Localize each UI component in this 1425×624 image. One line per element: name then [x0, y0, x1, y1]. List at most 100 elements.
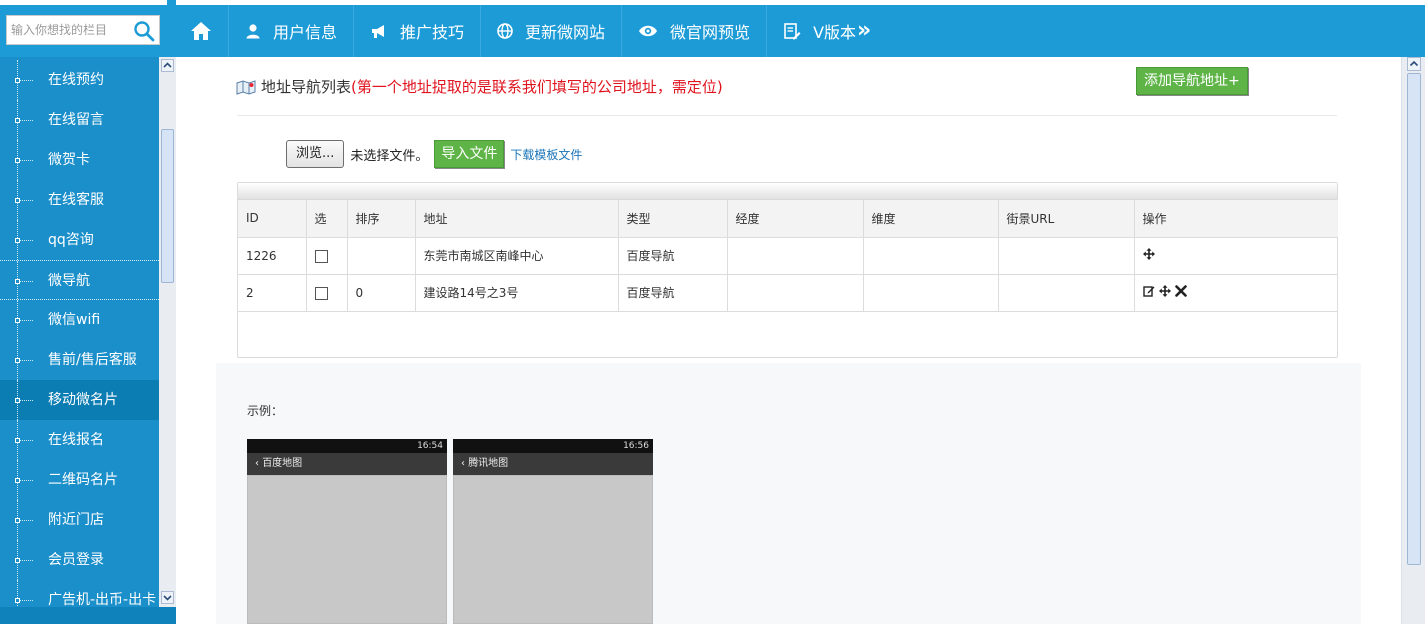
sidebar-item[interactable]: 微导航: [0, 260, 159, 301]
status-time: 16:54: [417, 441, 443, 451]
tree-node-icon: [15, 598, 20, 603]
sidebar-menu: 在线预约在线留言微贺卡在线客服 qq咨询微导航微信wifi 售前/售后客服移动微名片…: [0, 60, 159, 607]
sidebar-item-label: qq咨询: [48, 232, 94, 248]
column-header: 选: [306, 200, 348, 238]
nav-version[interactable]: V版本 »: [767, 5, 887, 57]
sidebar-item[interactable]: 微信wifi: [0, 300, 159, 340]
sidebar-item-label: 在线留言: [48, 112, 104, 128]
column-header: 操作: [1134, 200, 1338, 238]
megaphone-icon: [370, 23, 388, 39]
globe-icon: [497, 23, 513, 39]
page-title: 地址导航列表 (第一个地址捉取的是联系我们填写的公司地址，需定位): [236, 76, 723, 97]
location-warning: (第一个地址捉取的是联系我们填写的公司地址，需定位): [351, 78, 723, 96]
sidebar-item[interactable]: 在线报名: [0, 420, 159, 460]
page-scroll-thumb[interactable]: [1407, 73, 1421, 565]
column-header: 经度: [727, 200, 864, 238]
row-checkbox[interactable]: [314, 286, 328, 300]
phone-app-bar: ‹ 百度地图: [247, 453, 447, 475]
search-box: [6, 15, 160, 45]
sidebar-item[interactable]: 二维码名片: [0, 460, 159, 500]
tree-node-icon: [15, 438, 20, 443]
cell-lng: [727, 237, 864, 275]
sidebar-scrollbar[interactable]: [159, 57, 176, 607]
double-chevron-right-icon: »: [857, 18, 872, 43]
tree-node-icon: [15, 118, 20, 123]
row-checkbox[interactable]: [314, 249, 328, 263]
tree-node-icon: [15, 478, 20, 483]
scroll-down-icon[interactable]: [161, 591, 174, 604]
nav-update-site[interactable]: 更新微网站: [481, 5, 623, 57]
page-title-text: 地址导航列表: [261, 78, 352, 96]
cell-address: 建设路14号之3号: [415, 274, 619, 312]
phone-app-bar: ‹ 腾讯地图: [453, 453, 653, 475]
nav-user-info[interactable]: 用户信息: [229, 5, 355, 57]
add-nav-address-button[interactable]: 添加导航地址+: [1136, 67, 1248, 95]
edit-icon[interactable]: [1142, 285, 1155, 297]
browse-button[interactable]: 浏览...: [286, 140, 345, 168]
status-time: 16:56: [623, 441, 649, 451]
nav-promo-tips[interactable]: 推广技巧: [354, 5, 482, 57]
column-header: 地址: [415, 200, 619, 238]
nav-home[interactable]: [176, 5, 229, 57]
sidebar-item-label: 微信wifi: [48, 312, 101, 328]
sidebar-item[interactable]: 广告机-出币-出卡: [0, 580, 159, 607]
sidebar-item[interactable]: 在线客服: [0, 180, 159, 220]
sidebar-item[interactable]: qq咨询: [0, 220, 159, 260]
search-icon[interactable]: [133, 20, 155, 42]
cell-id: 1226: [238, 237, 307, 275]
table-row: 1226 东莞市南城区南峰中心 百度导航: [238, 237, 1338, 275]
column-header: 类型: [618, 200, 728, 238]
cell-street-url: [998, 237, 1135, 275]
tree-node-icon: [15, 558, 20, 563]
header-divider: [237, 115, 1337, 116]
cell-street-url: [998, 274, 1135, 312]
scroll-up-icon[interactable]: [161, 59, 174, 72]
sidebar-item[interactable]: 移动微名片: [0, 380, 159, 420]
cell-sort: [347, 237, 416, 275]
empty-cell: [238, 311, 1338, 357]
sidebar-item-label: 微导航: [48, 273, 90, 289]
download-template-link[interactable]: 下载模板文件: [510, 146, 582, 163]
app-title: 腾讯地图: [468, 458, 509, 469]
sidebar-item[interactable]: 附近门店: [0, 500, 159, 540]
sidebar-item-label: 移动微名片: [48, 392, 118, 408]
sidebar-scroll-thumb[interactable]: [161, 129, 174, 283]
delete-icon[interactable]: [1174, 285, 1187, 297]
cell-id: 2: [238, 274, 307, 312]
eye-icon: [638, 24, 658, 38]
address-table-panel: ID 选排序 地址 类型 经度 维度 街景URL 操作 1226 东莞市南城区南峰中心 百度导航 2…: [237, 182, 1338, 358]
sidebar-item[interactable]: 在线留言: [0, 100, 159, 140]
cell-lat: [863, 274, 999, 312]
sidebar-item-label: 在线报名: [48, 432, 104, 448]
search-input[interactable]: [7, 16, 131, 44]
page-scrollbar[interactable]: [1401, 57, 1425, 624]
tencent-streetview-screenshot: [453, 475, 653, 624]
sidebar-item[interactable]: 会员登录: [0, 540, 159, 580]
cell-address: 东莞市南城区南峰中心: [415, 237, 619, 275]
sidebar-item-label: 广告机-出币-出卡: [48, 592, 157, 607]
baidu-map-screenshot: [247, 475, 447, 624]
home-icon: [190, 21, 212, 41]
table-header-row: ID 选排序 地址 类型 经度 维度 街景URL 操作: [238, 200, 1338, 238]
tree-node-icon: [15, 78, 20, 83]
nav-site-preview[interactable]: 微官网预览: [622, 5, 768, 57]
move-icon[interactable]: [1142, 248, 1155, 260]
move-icon[interactable]: [1158, 285, 1171, 297]
sidebar-item-label: 二维码名片: [48, 472, 118, 488]
sidebar-item[interactable]: 在线预约: [0, 60, 159, 100]
sidebar-item-label: 在线客服: [48, 192, 104, 208]
cell-type: 百度导航: [618, 237, 728, 275]
table-empty-row: [238, 311, 1338, 357]
nav-label: V版本: [813, 23, 857, 42]
cell-lat: [863, 237, 999, 275]
sidebar-item[interactable]: 微贺卡: [0, 140, 159, 180]
column-header: ID: [238, 200, 307, 238]
tree-node-icon: [15, 158, 20, 163]
sidebar-item[interactable]: 售前/售后客服: [0, 340, 159, 380]
sidebar-item-label: 微贺卡: [48, 152, 90, 168]
tree-node-icon: [15, 318, 20, 323]
import-file-button[interactable]: 导入文件: [434, 140, 505, 168]
scroll-up-icon[interactable]: [1407, 57, 1421, 71]
sidebar-item-label: 会员登录: [48, 552, 104, 568]
column-header: 维度: [863, 200, 999, 238]
